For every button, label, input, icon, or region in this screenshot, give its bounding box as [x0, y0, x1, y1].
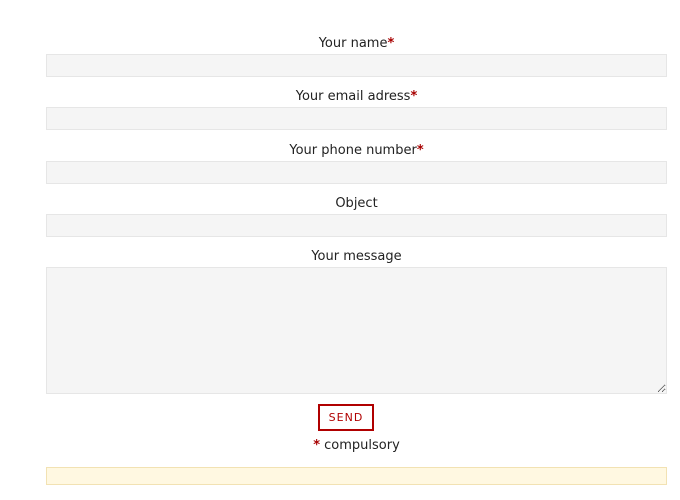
message-label-text: Your message — [311, 249, 402, 264]
compulsory-marker: * — [313, 438, 321, 453]
compulsory-text: compulsory — [324, 438, 400, 453]
phone-label-text: Your phone number — [289, 143, 417, 158]
object-label-text: Object — [335, 196, 378, 211]
compulsory-note: * compulsory — [46, 438, 667, 454]
name-field[interactable] — [46, 54, 667, 77]
message-label: Your message — [46, 249, 667, 265]
form-response-box — [46, 467, 667, 485]
phone-field[interactable] — [46, 161, 667, 184]
name-label: Your name* — [46, 36, 667, 52]
required-marker: * — [410, 89, 418, 104]
email-label-text: Your email adress — [295, 89, 411, 104]
object-field[interactable] — [46, 214, 667, 237]
required-marker: * — [416, 143, 424, 158]
required-marker: * — [387, 36, 395, 51]
object-label: Object — [46, 196, 667, 212]
email-field[interactable] — [46, 107, 667, 130]
name-label-text: Your name — [318, 36, 388, 51]
message-field[interactable] — [46, 267, 667, 394]
email-label: Your email adress* — [46, 89, 667, 105]
phone-label: Your phone number* — [46, 143, 667, 159]
send-button[interactable]: SEND — [318, 404, 374, 431]
